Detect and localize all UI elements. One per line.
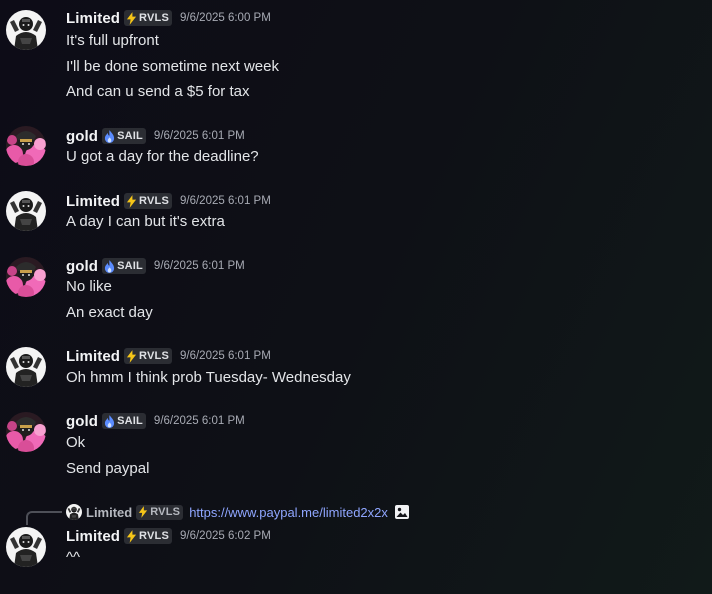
server-tag[interactable]: SAIL: [102, 413, 146, 429]
timestamp[interactable]: 9/6/2025 6:01 PM: [154, 415, 245, 427]
message-header: gold SAIL 9/6/2025 6:01 PM: [66, 411, 245, 431]
server-tag[interactable]: RVLS: [124, 528, 172, 544]
username[interactable]: Limited: [66, 348, 120, 365]
server-tag-label: RVLS: [139, 195, 169, 207]
message-text: And can u send a $5 for tax: [66, 83, 250, 100]
reply-link[interactable]: https://www.paypal.me/limited2x2x: [189, 505, 388, 520]
server-tag[interactable]: RVLS: [124, 193, 172, 209]
avatar[interactable]: [6, 527, 46, 567]
avatar[interactable]: [6, 10, 46, 50]
message-text: No like: [66, 278, 112, 295]
lightning-icon: [126, 195, 137, 208]
reply-server-tag-label: RVLS: [150, 506, 181, 518]
username[interactable]: Limited: [66, 10, 120, 27]
message-header: gold SAIL 9/6/2025 6:01 PM: [66, 256, 245, 276]
message-text: An exact day: [66, 304, 153, 321]
message-header: Limited RVLS 9/6/2025 6:02 PM: [66, 526, 271, 546]
avatar[interactable]: [6, 412, 46, 452]
reply-username[interactable]: Limited: [86, 505, 132, 520]
server-tag[interactable]: RVLS: [124, 10, 172, 26]
lightning-icon: [138, 506, 148, 518]
server-tag-label: RVLS: [139, 12, 169, 24]
timestamp[interactable]: 9/6/2025 6:01 PM: [154, 130, 245, 142]
flame-icon: [104, 260, 115, 273]
avatar[interactable]: [6, 191, 46, 231]
message-text: U got a day for the deadline?: [66, 148, 259, 165]
message-header: Limited RVLS 9/6/2025 6:00 PM: [66, 8, 271, 28]
message-text: Send paypal: [66, 460, 150, 477]
lightning-icon: [126, 530, 137, 543]
lightning-icon: [126, 12, 137, 25]
message-text: Ok: [66, 434, 86, 451]
message-text: A day I can but it's extra: [66, 213, 225, 230]
message-header: gold SAIL 9/6/2025 6:01 PM: [66, 126, 245, 146]
server-tag-label: SAIL: [117, 415, 143, 427]
timestamp[interactable]: 9/6/2025 6:01 PM: [154, 260, 245, 272]
timestamp[interactable]: 9/6/2025 6:00 PM: [180, 12, 271, 24]
reply-avatar[interactable]: [66, 504, 82, 520]
message-header: Limited RVLS 9/6/2025 6:01 PM: [66, 346, 271, 366]
message-header: Limited RVLS 9/6/2025 6:01 PM: [66, 191, 271, 211]
timestamp[interactable]: 9/6/2025 6:01 PM: [180, 195, 271, 207]
server-tag-label: SAIL: [117, 260, 143, 272]
username[interactable]: gold: [66, 128, 98, 145]
flame-icon: [104, 130, 115, 143]
timestamp[interactable]: 9/6/2025 6:01 PM: [180, 350, 271, 362]
message-text: ^^: [66, 549, 81, 566]
server-tag-label: RVLS: [139, 350, 169, 362]
username[interactable]: gold: [66, 258, 98, 275]
server-tag-label: SAIL: [117, 130, 143, 142]
avatar[interactable]: [6, 126, 46, 166]
image-icon: [394, 505, 409, 519]
avatar[interactable]: [6, 347, 46, 387]
timestamp[interactable]: 9/6/2025 6:02 PM: [180, 530, 271, 542]
lightning-icon: [126, 350, 137, 363]
username[interactable]: gold: [66, 413, 98, 430]
server-tag-label: RVLS: [139, 530, 169, 542]
reply-spine: [26, 511, 62, 525]
reply-preview[interactable]: Limited RVLS https://www.paypal.me/limit…: [66, 502, 410, 522]
reply-server-tag: RVLS: [136, 504, 184, 520]
username[interactable]: Limited: [66, 528, 120, 545]
username[interactable]: Limited: [66, 193, 120, 210]
flame-icon: [104, 415, 115, 428]
server-tag[interactable]: SAIL: [102, 258, 146, 274]
avatar[interactable]: [6, 257, 46, 297]
server-tag[interactable]: RVLS: [124, 348, 172, 364]
message-text: It's full upfront: [66, 32, 159, 49]
server-tag[interactable]: SAIL: [102, 128, 146, 144]
message-text: Oh hmm I think prob Tuesday- Wednesday: [66, 369, 351, 386]
message-text: I'll be done sometime next week: [66, 58, 279, 75]
